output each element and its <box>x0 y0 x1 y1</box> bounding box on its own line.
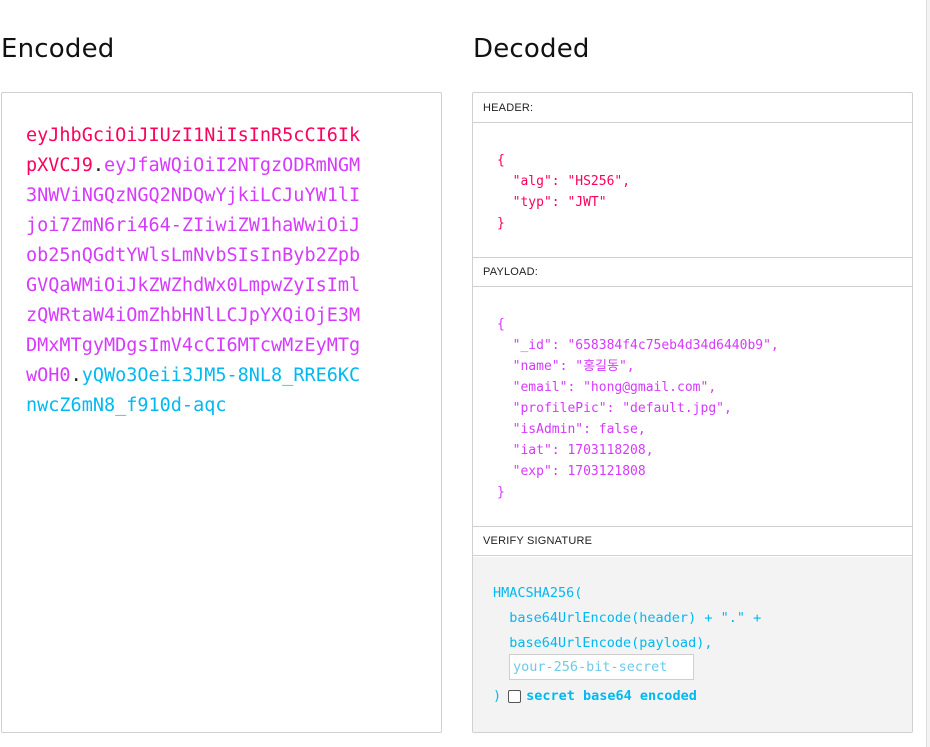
token-payload-part: eyJfaWQiOiI2NTgzODRmNGM3NWViNGQzNGQ2NDQw… <box>26 155 361 386</box>
signature-header-line: base64UrlEncode(header) + "." + <box>493 610 762 626</box>
encoded-token-editor[interactable]: eyJhbGciOiJIUzI1NiIsInR5cCI6IkpXVCJ9.eyJ… <box>1 92 442 733</box>
page-scrollbar-edge <box>926 0 930 747</box>
payload-section-label: PAYLOAD: <box>473 257 912 287</box>
payload-json-editor[interactable]: { "_id": "658384f4c75eb4d34d6440b9", "na… <box>497 314 779 503</box>
code-line: "exp": 1703121808 <box>497 464 646 479</box>
code-line: { <box>497 153 505 168</box>
base64-encoded-checkbox[interactable] <box>508 689 522 703</box>
token-separator-dot: . <box>92 155 104 176</box>
decoded-title: Decoded <box>473 34 590 64</box>
code-line: "profilePic": "default.jpg", <box>497 401 732 416</box>
header-json-editor[interactable]: { "alg": "HS256", "typ": "JWT"} <box>497 150 630 234</box>
signature-close-paren: ) <box>493 688 502 704</box>
code-line: "alg": "HS256", <box>497 174 631 189</box>
code-line: } <box>497 485 505 500</box>
base64-encoded-label[interactable]: secret base64 encoded <box>526 688 697 704</box>
code-line: } <box>497 216 505 231</box>
encoded-token-text[interactable]: eyJhbGciOiJIUzI1NiIsInR5cCI6IkpXVCJ9.eyJ… <box>26 121 371 421</box>
code-line: "name": "홍길동", <box>497 359 635 374</box>
signature-payload-line: base64UrlEncode(payload), <box>493 635 713 651</box>
signature-fn-line: HMACSHA256( <box>493 585 583 601</box>
token-separator-dot: . <box>70 365 82 386</box>
signature-formula: HMACSHA256( base64UrlEncode(header) + ".… <box>493 581 761 656</box>
code-line: { <box>497 317 505 332</box>
verify-signature-area: HMACSHA256( base64UrlEncode(header) + ".… <box>473 557 912 732</box>
code-line: "isAdmin": false, <box>497 422 646 437</box>
encoded-title: Encoded <box>1 34 115 64</box>
code-line: "typ": "JWT" <box>497 195 607 210</box>
code-line: "_id": "658384f4c75eb4d34d6440b9", <box>497 338 779 353</box>
header-section-label: HEADER: <box>473 93 912 123</box>
signature-close-row: ) secret base64 encoded <box>493 686 697 706</box>
code-line: "iat": 1703118208, <box>497 443 654 458</box>
secret-input[interactable] <box>509 654 694 680</box>
code-line: "email": "hong@gmail.com", <box>497 380 717 395</box>
signature-section-label: VERIFY SIGNATURE <box>473 526 912 556</box>
decoded-panel: HEADER: { "alg": "HS256", "typ": "JWT"} … <box>472 92 913 733</box>
